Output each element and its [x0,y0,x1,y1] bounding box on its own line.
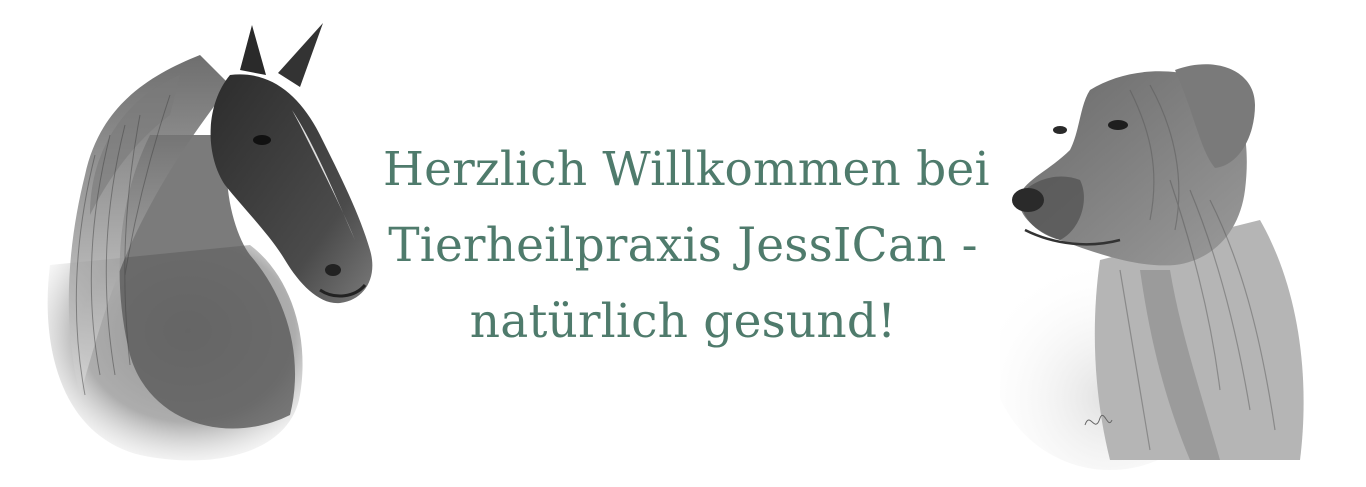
horse-illustration [30,15,380,465]
welcome-headline: Herzlich Willkommen bei Tierheilpraxis J… [383,132,990,360]
headline-line-3: natürlich gesund! [469,294,897,349]
hero-banner: Herzlich Willkommen bei Tierheilpraxis J… [0,0,1366,487]
headline-line-1: Herzlich Willkommen bei [383,142,990,197]
headline-line-2: Tierheilpraxis JessICan - [388,218,978,273]
dog-illustration [1000,50,1340,470]
